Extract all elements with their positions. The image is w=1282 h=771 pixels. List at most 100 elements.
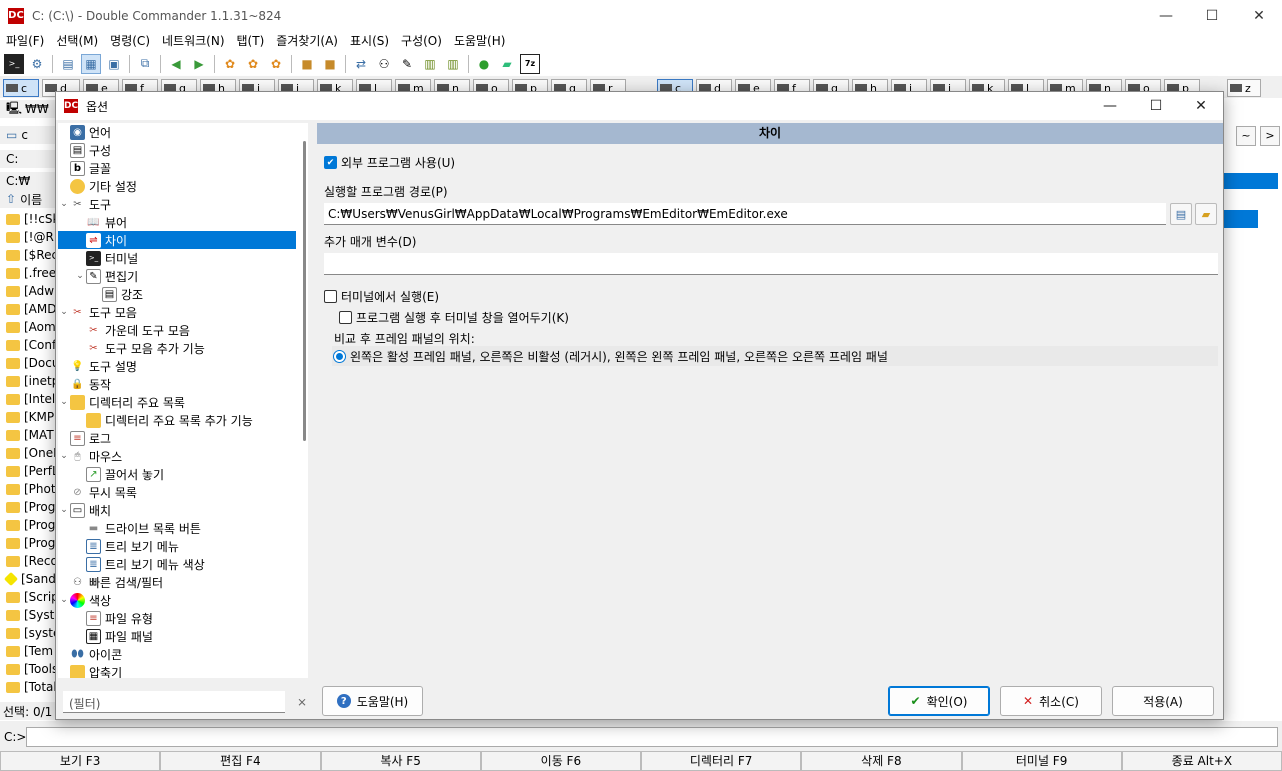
tree-item-tree-view-menu[interactable]: ≣ 트리 보기 메뉴 (74, 537, 298, 555)
list-item[interactable]: [Reco (0, 552, 56, 570)
view-f3-button[interactable]: 보기 F3 (0, 751, 161, 771)
list-item[interactable]: [.free (0, 264, 56, 282)
list-item[interactable]: [Phot (0, 480, 56, 498)
chevron-down-icon[interactable]: ⌄ (58, 397, 70, 407)
tree-item-diff[interactable]: ⇌ 차이 (58, 231, 296, 249)
clear-filter-icon[interactable]: ⨯ (293, 693, 311, 711)
chevron-down-icon[interactable]: ⌄ (58, 451, 70, 461)
tree-item-toolbar-extra[interactable]: ✂ 도구 모음 추가 기능 (74, 339, 298, 357)
chevron-down-icon[interactable]: ⌄ (58, 199, 70, 209)
list-item[interactable]: [$Rec (0, 246, 56, 264)
list-item[interactable]: [Adw (0, 282, 56, 300)
plugin-icon[interactable]: ✿ (266, 54, 286, 74)
tree-item-middle-toolbar[interactable]: ✂ 가운데 도구 모음 (74, 321, 298, 339)
list-item[interactable]: [OneI (0, 444, 56, 462)
history-back-button[interactable]: ~ (1236, 126, 1256, 146)
drive-combo[interactable]: ▭ c (0, 126, 56, 144)
apply-button[interactable]: 적용(A) (1112, 686, 1214, 716)
eraser-icon[interactable]: ▰ (497, 54, 517, 74)
tree-item-colors[interactable]: ⌄ 색상 (58, 591, 298, 609)
thumbnail-view-icon[interactable]: ▣ (104, 54, 124, 74)
drive-button-z[interactable]: z (1227, 79, 1261, 97)
dialog-minimize-button[interactable]: — (1087, 92, 1133, 120)
dialog-close-button[interactable]: ✕ (1178, 92, 1224, 120)
tree-item-ignore-list[interactable]: ⊘ 무시 목록 (58, 483, 298, 501)
compare-icon[interactable]: ⇄ (351, 54, 371, 74)
tree-item-configuration[interactable]: ▤ 구성 (58, 141, 298, 159)
notepad-icon[interactable]: ▥ (420, 54, 440, 74)
edit-icon[interactable]: ✎ (397, 54, 417, 74)
list-item[interactable]: [Sand (0, 570, 56, 588)
brief-view-icon[interactable]: ▤ (58, 54, 78, 74)
list-item[interactable]: [PerfL (0, 462, 56, 480)
chevron-down-icon[interactable]: ⌄ (74, 271, 86, 281)
plugin-icon[interactable]: ✿ (220, 54, 240, 74)
list-item[interactable]: [AMD (0, 300, 56, 318)
tree-item-archivers[interactable]: 압축기 (58, 663, 298, 678)
torrent-icon[interactable]: ● (474, 54, 494, 74)
list-item[interactable]: [Prog (0, 534, 56, 552)
close-button[interactable]: ✕ (1236, 0, 1282, 31)
menu-select[interactable]: 선택(M) (50, 31, 104, 51)
program-path-field[interactable]: C:₩Users₩VenusGirl₩AppData₩Local₩Program… (324, 203, 1166, 225)
menu-commands[interactable]: 명령(C) (104, 31, 156, 51)
binoculars-icon[interactable]: ⚇ (374, 54, 394, 74)
edit-f4-button[interactable]: 편집 F4 (160, 751, 321, 771)
maximize-button[interactable]: ☐ (1189, 0, 1235, 31)
list-item[interactable]: [Prog (0, 498, 56, 516)
dialog-maximize-button[interactable]: ☐ (1133, 92, 1179, 120)
tree-item-drag-drop[interactable]: ↗ 끌어서 놓기 (74, 465, 298, 483)
mkdir-f7-button[interactable]: 디렉터리 F7 (641, 751, 802, 771)
list-item[interactable]: [Syste (0, 606, 56, 624)
unpack-icon[interactable]: ■ (320, 54, 340, 74)
list-item[interactable]: [!@RI (0, 228, 56, 246)
tree-item-directory-hotlist[interactable]: ⌄ 디렉터리 주요 목록 (58, 393, 298, 411)
tree-item-toolbar[interactable]: ⌄ ✂ 도구 모음 (58, 303, 298, 321)
tree-item-terminal[interactable]: >_ 터미널 (74, 249, 298, 267)
menu-configuration[interactable]: 구성(O) (395, 31, 448, 51)
open-folder-icon[interactable]: ▰ (1195, 203, 1217, 225)
menu-file[interactable]: 파일(F) (0, 31, 50, 51)
list-item[interactable]: [Aom (0, 318, 56, 336)
tree-item-misc[interactable]: 기타 설정 (58, 177, 298, 195)
tree-item-language[interactable]: ◉ 언어 (58, 123, 298, 141)
menu-network[interactable]: 네트워크(N) (156, 31, 231, 51)
list-item[interactable]: [Total (0, 678, 56, 696)
use-external-checkbox[interactable]: ✔ 외부 프로그램 사용(U) (324, 154, 455, 171)
tree-scrollbar[interactable] (303, 141, 306, 441)
list-item[interactable]: [Intel (0, 390, 56, 408)
list-item[interactable]: [inetp (0, 372, 56, 390)
gear-icon[interactable]: ⚙ (27, 54, 47, 74)
tree-item-file-types[interactable]: ≡ 파일 유형 (74, 609, 298, 627)
list-item[interactable]: [Docu (0, 354, 56, 372)
keep-terminal-open-checkbox[interactable]: 프로그램 실행 후 터미널 창을 열어두기(K) (339, 309, 569, 326)
terminal-icon[interactable]: >_ (4, 53, 24, 74)
tree-item-icons[interactable]: ⬮⬮ 아이콘 (58, 645, 298, 663)
history-forward-button[interactable]: > (1260, 126, 1280, 146)
network-button[interactable]: 🖳 ₩₩ (0, 100, 56, 118)
tree-filter-input[interactable]: (필터) (63, 691, 285, 713)
tree-item-tree-view-colors[interactable]: ≣ 트리 보기 메뉴 색상 (74, 555, 298, 573)
menu-favorites[interactable]: 즐겨찾기(A) (270, 31, 344, 51)
drive-button-c[interactable]: c (3, 79, 39, 97)
list-item[interactable]: [!!cSk (0, 210, 56, 228)
additional-params-field[interactable] (324, 253, 1218, 275)
plugin-icon[interactable]: ✿ (243, 54, 263, 74)
list-item[interactable]: [Scrip (0, 588, 56, 606)
move-f6-button[interactable]: 이동 F6 (480, 751, 641, 771)
tree-item-editor[interactable]: ⌄ ✎ 편집기 (74, 267, 298, 285)
chevron-down-icon[interactable]: ⌄ (58, 307, 70, 317)
list-item[interactable]: [Conf (0, 336, 56, 354)
tree-item-viewer[interactable]: 📖 뷰어 (74, 213, 298, 231)
list-item[interactable]: [MAT (0, 426, 56, 444)
column-header-name[interactable]: ⇧ 이름 (0, 190, 56, 208)
tree-item-log[interactable]: ≡ 로그 (58, 429, 298, 447)
cancel-button[interactable]: ✕ 취소(C) (1000, 686, 1102, 716)
menu-show[interactable]: 표시(S) (344, 31, 395, 51)
list-item[interactable]: [Prog (0, 516, 56, 534)
tree-item-directory-hotlist-extra[interactable]: 디렉터리 주요 목록 추가 기능 (74, 411, 298, 429)
list-item[interactable]: [Tem (0, 642, 56, 660)
flat-view-icon[interactable]: ⧉ (135, 54, 155, 74)
tree-item-fonts[interactable]: b 글꼴 (58, 159, 298, 177)
tree-item-layout[interactable]: ⌄ ▭ 배치 (58, 501, 298, 519)
